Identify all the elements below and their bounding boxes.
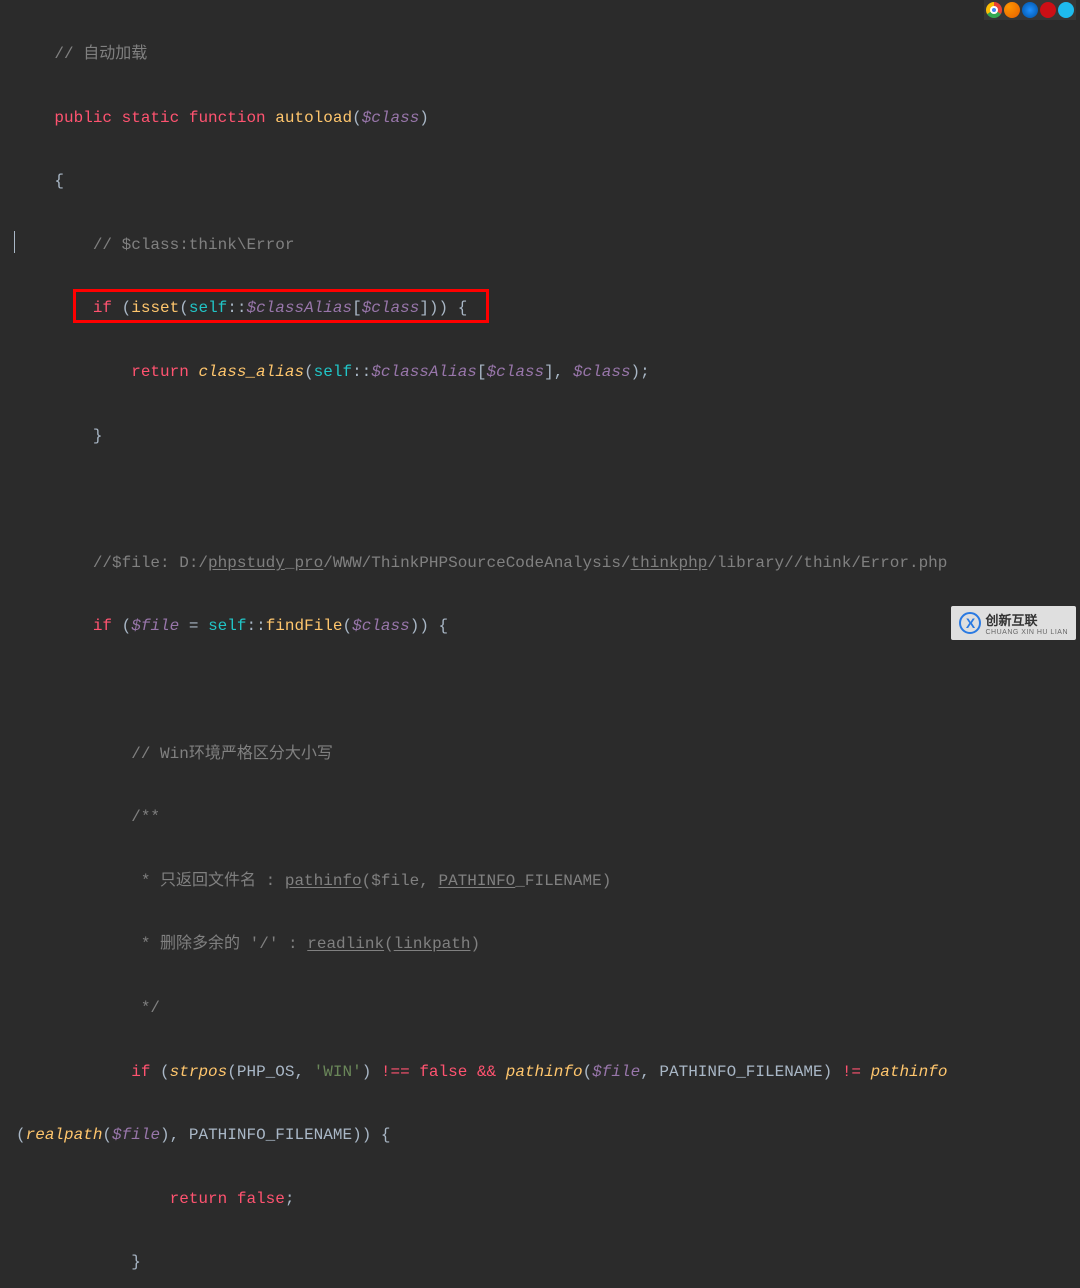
keyword-static: static xyxy=(122,109,180,127)
comment: // Win环境严格区分大小写 xyxy=(131,745,333,763)
code-line: * 删除多余的 '/' : readlink(linkpath) xyxy=(16,928,1080,960)
function-call: class_alias xyxy=(198,363,304,381)
comment: * 只返回文件名 : pathinfo($file, PATHINFO_FILE… xyxy=(131,872,611,890)
builtin-isset: isset xyxy=(131,299,179,317)
keyword-if: if xyxy=(93,299,112,317)
ie-icon[interactable] xyxy=(1058,2,1074,18)
keyword-false: false xyxy=(237,1190,285,1208)
method-call: findFile xyxy=(266,617,343,635)
code-line: if (strpos(PHP_OS, 'WIN') !== false && p… xyxy=(16,1056,1080,1088)
code-line: //$file: D:/phpstudy_pro/WWW/ThinkPHPSou… xyxy=(16,547,1080,579)
code-line: if (isset(self::$classAlias[$class])) { xyxy=(16,292,1080,324)
function-name: autoload xyxy=(275,109,352,127)
function-call: strpos xyxy=(170,1063,228,1081)
code-line: /** xyxy=(16,801,1080,833)
code-line xyxy=(16,674,1080,706)
code-line: { xyxy=(16,165,1080,197)
code-line: (realpath($file), PATHINFO_FILENAME)) { xyxy=(16,1119,1080,1151)
code-line: * 只返回文件名 : pathinfo($file, PATHINFO_FILE… xyxy=(16,865,1080,897)
code-line: return class_alias(self::$classAlias[$cl… xyxy=(16,356,1080,388)
comment: */ xyxy=(131,999,160,1017)
text-caret xyxy=(14,231,15,253)
keyword-function: function xyxy=(189,109,266,127)
code-line: public static function autoload($class) xyxy=(16,102,1080,134)
keyword-public: public xyxy=(54,109,112,127)
opera-icon[interactable] xyxy=(1040,2,1056,18)
watermark: X 创新互联 CHUANG XIN HU LIAN xyxy=(951,606,1076,640)
variable: $class xyxy=(573,363,631,381)
function-call: pathinfo xyxy=(506,1063,583,1081)
comment: //$file: D:/phpstudy_pro/WWW/ThinkPHPSou… xyxy=(93,554,948,572)
chrome-icon[interactable] xyxy=(986,2,1002,18)
code-line: } xyxy=(16,1246,1080,1278)
comment: // 自动加载 xyxy=(54,45,147,63)
code-line xyxy=(16,483,1080,515)
keyword-return: return xyxy=(170,1190,228,1208)
keyword-false: false xyxy=(419,1063,467,1081)
code-line: */ xyxy=(16,992,1080,1024)
keyword-if: if xyxy=(93,617,112,635)
variable: $class xyxy=(362,109,420,127)
keyword-self: self xyxy=(208,617,246,635)
operator: != xyxy=(842,1063,861,1081)
code-line: return false; xyxy=(16,1183,1080,1215)
variable: $classAlias xyxy=(371,363,477,381)
keyword-self: self xyxy=(189,299,227,317)
comment: /** xyxy=(131,808,160,826)
watermark-sub: CHUANG XIN HU LIAN xyxy=(985,629,1068,636)
variable: $file xyxy=(112,1126,160,1144)
variable: $file xyxy=(131,617,179,635)
variable: $class xyxy=(487,363,545,381)
code-line: } xyxy=(16,420,1080,452)
operator: !== xyxy=(381,1063,410,1081)
code-line: // 自动加载 xyxy=(16,38,1080,70)
keyword-return: return xyxy=(131,363,189,381)
browser-icon-tray xyxy=(984,0,1076,20)
safari-icon[interactable] xyxy=(1022,2,1038,18)
variable: $file xyxy=(592,1063,640,1081)
watermark-text: 创新互联 xyxy=(985,610,1068,629)
code-line: // $class:think\Error xyxy=(16,229,1080,261)
string: 'WIN' xyxy=(314,1063,362,1081)
variable: $class xyxy=(352,617,410,635)
operator: && xyxy=(477,1063,496,1081)
function-call: realpath xyxy=(26,1126,103,1144)
comment: * 删除多余的 '/' : readlink(linkpath) xyxy=(131,935,480,953)
code-line: if ($file = self::findFile($class)) { xyxy=(16,610,1080,642)
watermark-icon: X xyxy=(959,612,981,634)
keyword-if: if xyxy=(131,1063,150,1081)
code-editor[interactable]: // 自动加载 public static function autoload(… xyxy=(0,0,1080,1288)
firefox-icon[interactable] xyxy=(1004,2,1020,18)
code-line: // Win环境严格区分大小写 xyxy=(16,738,1080,770)
variable: $classAlias xyxy=(246,299,352,317)
keyword-self: self xyxy=(314,363,352,381)
comment: // $class:think\Error xyxy=(93,236,295,254)
function-call: pathinfo xyxy=(871,1063,948,1081)
variable: $class xyxy=(362,299,420,317)
